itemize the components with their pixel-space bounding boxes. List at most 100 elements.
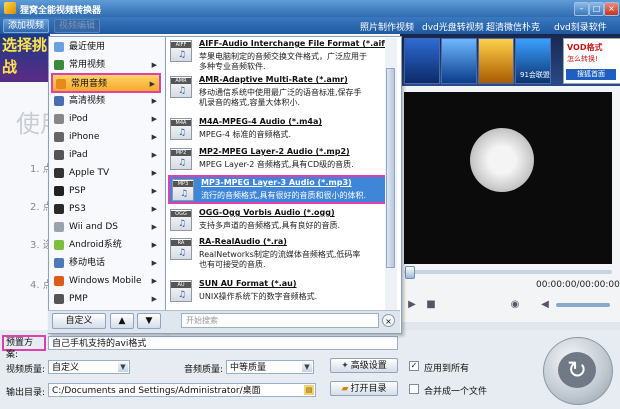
output-dir-field[interactable]: C:/Documents and Settings/Administrator/… <box>48 383 316 397</box>
category-menu: 最近使用 常用视频 ▶ 常用音频 ▶ 高清视频 ▶ iPod ▶ iPhone ▶ iPa… <box>48 36 166 334</box>
video-quality-label: 视频质量: <box>6 365 46 375</box>
scrollbar-thumb[interactable] <box>386 68 395 268</box>
format-scrollbar[interactable] <box>385 38 397 330</box>
android-icon <box>54 240 64 250</box>
format-item-m4a[interactable]: M4A ♫ M4A-MPEG-4 Audio (*.m4a) MPEG-4 标准的音频… <box>168 116 384 143</box>
audio-file-icon: MP3 ♫ <box>172 179 194 201</box>
preset-select[interactable]: 自己手机支持的avi格式 <box>48 336 398 350</box>
video-icon <box>54 60 64 70</box>
add-video-button[interactable]: 添加视频 <box>3 19 50 33</box>
category-label: Windows Mobile <box>69 276 142 286</box>
audio-file-icon: AIFF ♫ <box>170 40 192 62</box>
category-recent[interactable]: 最近使用 <box>51 38 161 56</box>
category-ps3[interactable]: PS3 ▶ <box>51 200 161 218</box>
ps3-icon <box>54 204 64 214</box>
seek-bar[interactable] <box>404 270 612 274</box>
category-label: Wii and DS <box>69 222 118 232</box>
film-reel-icon <box>470 128 534 192</box>
merge-checkbox[interactable] <box>409 384 419 394</box>
category-label: PS3 <box>69 204 86 214</box>
format-name: M4A-MPEG-4 Audio (*.m4a) <box>199 117 323 126</box>
category-android[interactable]: Android系统 ▶ <box>51 236 161 254</box>
category-ipod[interactable]: iPod ▶ <box>51 110 161 128</box>
advanced-settings-label: 高级设置 <box>350 361 387 371</box>
audio-file-icon: AU ♫ <box>170 280 192 302</box>
link-photo-video[interactable]: 照片制作视频 <box>360 20 414 33</box>
open-directory-button[interactable]: ▰ 打开目录 <box>330 381 398 396</box>
folder-icon[interactable]: ▤ <box>304 385 314 395</box>
convert-icon[interactable]: ↻ <box>558 352 596 388</box>
seek-handle[interactable] <box>405 266 415 279</box>
format-item-ogg[interactable]: OGG ♫ OGG-Ogg Vorbis Audio (*.ogg) 支持多声道的音频… <box>168 207 384 234</box>
minimize-button[interactable]: – <box>574 2 589 16</box>
format-item-au[interactable]: AU ♫ SUN AU Format (*.au) UNIX操作系统下的数字音频格式. <box>168 278 384 305</box>
union-label[interactable]: 91会联盟 <box>520 70 550 80</box>
close-button[interactable]: × <box>604 2 619 16</box>
edit-video-button[interactable]: 视频编辑 <box>54 19 101 33</box>
window-title: 狸窝全能视频转换器 <box>20 6 102 16</box>
format-badge: AMR <box>171 78 191 84</box>
category-psp[interactable]: PSP ▶ <box>51 182 161 200</box>
category-hd[interactable]: 高清视频 ▶ <box>51 92 161 110</box>
preset-value: 自己手机支持的avi格式 <box>52 339 147 349</box>
clock-icon <box>54 42 64 52</box>
maximize-button[interactable]: □ <box>589 2 604 16</box>
timecode: 00:00:00/00:00:00 <box>536 280 620 290</box>
category-label: Android系统 <box>69 240 122 250</box>
video-quality-select[interactable]: 自定义 ▼ <box>48 360 130 374</box>
clear-search-icon[interactable]: × <box>382 314 395 327</box>
format-item-amr[interactable]: AMR ♫ AMR-Adaptive Multi-Rate (*.amr) 移动通信系… <box>168 74 384 107</box>
iphone-icon <box>54 132 64 142</box>
left-banner[interactable]: 选择挑战 <box>0 34 50 82</box>
category-pmp[interactable]: PMP ▶ <box>51 290 161 308</box>
format-item-aiff[interactable]: AIFF ♫ AIFF-Audio Interchange File Format … <box>168 38 391 71</box>
format-desc: MPEG Layer-2 音频格式,具有CD级的音质. <box>199 160 354 169</box>
format-desc: 多种专业音频软件. <box>199 62 266 71</box>
link-wechat[interactable]: 超清微信朴克 <box>486 20 540 33</box>
format-desc: 也有可接受的音质. <box>199 260 266 269</box>
category-ipad[interactable]: iPad ▶ <box>51 146 161 164</box>
ipod-icon <box>54 114 64 124</box>
audio-quality-label: 音频质量: <box>184 365 224 375</box>
music-icon <box>56 79 66 89</box>
format-item-ra[interactable]: RA ♫ RA-RealAudio (*.ra) RealNetworks制定的流媒体… <box>168 236 384 269</box>
format-name: MP3-MPEG Layer-3 Audio (*.mp3) <box>201 178 352 187</box>
chevron-down-icon: ▼ <box>302 362 312 372</box>
audio-file-icon: OGG ♫ <box>170 209 192 231</box>
volume-slider[interactable] <box>556 303 610 307</box>
format-badge: MP2 <box>171 150 191 156</box>
format-desc: 流行的音频格式,具有很好的音质和很小的体积. <box>201 191 367 200</box>
link-dvd-to-video[interactable]: dvd光盘转视频 <box>422 20 484 33</box>
format-item-mp3[interactable]: MP3 ♫ MP3-MPEG Layer-3 Audio (*.mp3) 流行的音频格… <box>168 175 388 204</box>
custom-button[interactable]: 自定义 <box>52 313 106 329</box>
ipad-icon <box>54 150 64 160</box>
format-search-input[interactable]: 开始搜索 <box>181 313 379 328</box>
play-icon[interactable]: ▶ <box>405 298 419 312</box>
ad-thumb[interactable] <box>478 38 514 84</box>
advanced-settings-button[interactable]: ✦ 高级设置 <box>330 358 398 373</box>
format-badge: AU <box>171 282 191 288</box>
category-audio[interactable]: 常用音频 ▶ <box>51 73 161 93</box>
stop-icon[interactable]: ■ <box>424 298 438 312</box>
format-item-mp2[interactable]: MP2 ♫ MP2-MPEG Layer-2 Audio (*.mp2) MPEG L… <box>168 146 384 173</box>
category-apple-tv[interactable]: Apple TV ▶ <box>51 164 161 182</box>
format-name: MP2-MPEG Layer-2 Audio (*.mp2) <box>199 147 350 156</box>
audio-quality-select[interactable]: 中等质量 ▼ <box>226 360 314 374</box>
ad-thumb[interactable] <box>404 38 440 84</box>
ad-thumb[interactable] <box>441 38 477 84</box>
move-down-button[interactable]: ▼ <box>137 313 161 329</box>
link-dvd-burn[interactable]: dvd刻录软件 <box>554 20 607 33</box>
search-site-label[interactable]: 搜狐首面 <box>566 69 616 80</box>
category-mobile[interactable]: 移动电话 ▶ <box>51 254 161 272</box>
category-iphone[interactable]: iPhone ▶ <box>51 128 161 146</box>
volume-icon[interactable]: ◀ <box>538 298 552 312</box>
move-up-button[interactable]: ▲ <box>110 313 134 329</box>
camera-icon[interactable]: ◉ <box>508 298 522 312</box>
category-windows-mobile[interactable]: Windows Mobile ▶ <box>51 272 161 290</box>
vod-ad[interactable]: VOD格式 怎么转换! 搜狐首面 <box>563 38 620 84</box>
apply-all-checkbox[interactable]: ✓ <box>409 361 419 371</box>
chevron-right-icon: ▶ <box>151 151 157 159</box>
chevron-right-icon: ▶ <box>151 295 157 303</box>
category-wii-ds[interactable]: Wii and DS ▶ <box>51 218 161 236</box>
category-video[interactable]: 常用视频 ▶ <box>51 56 161 74</box>
